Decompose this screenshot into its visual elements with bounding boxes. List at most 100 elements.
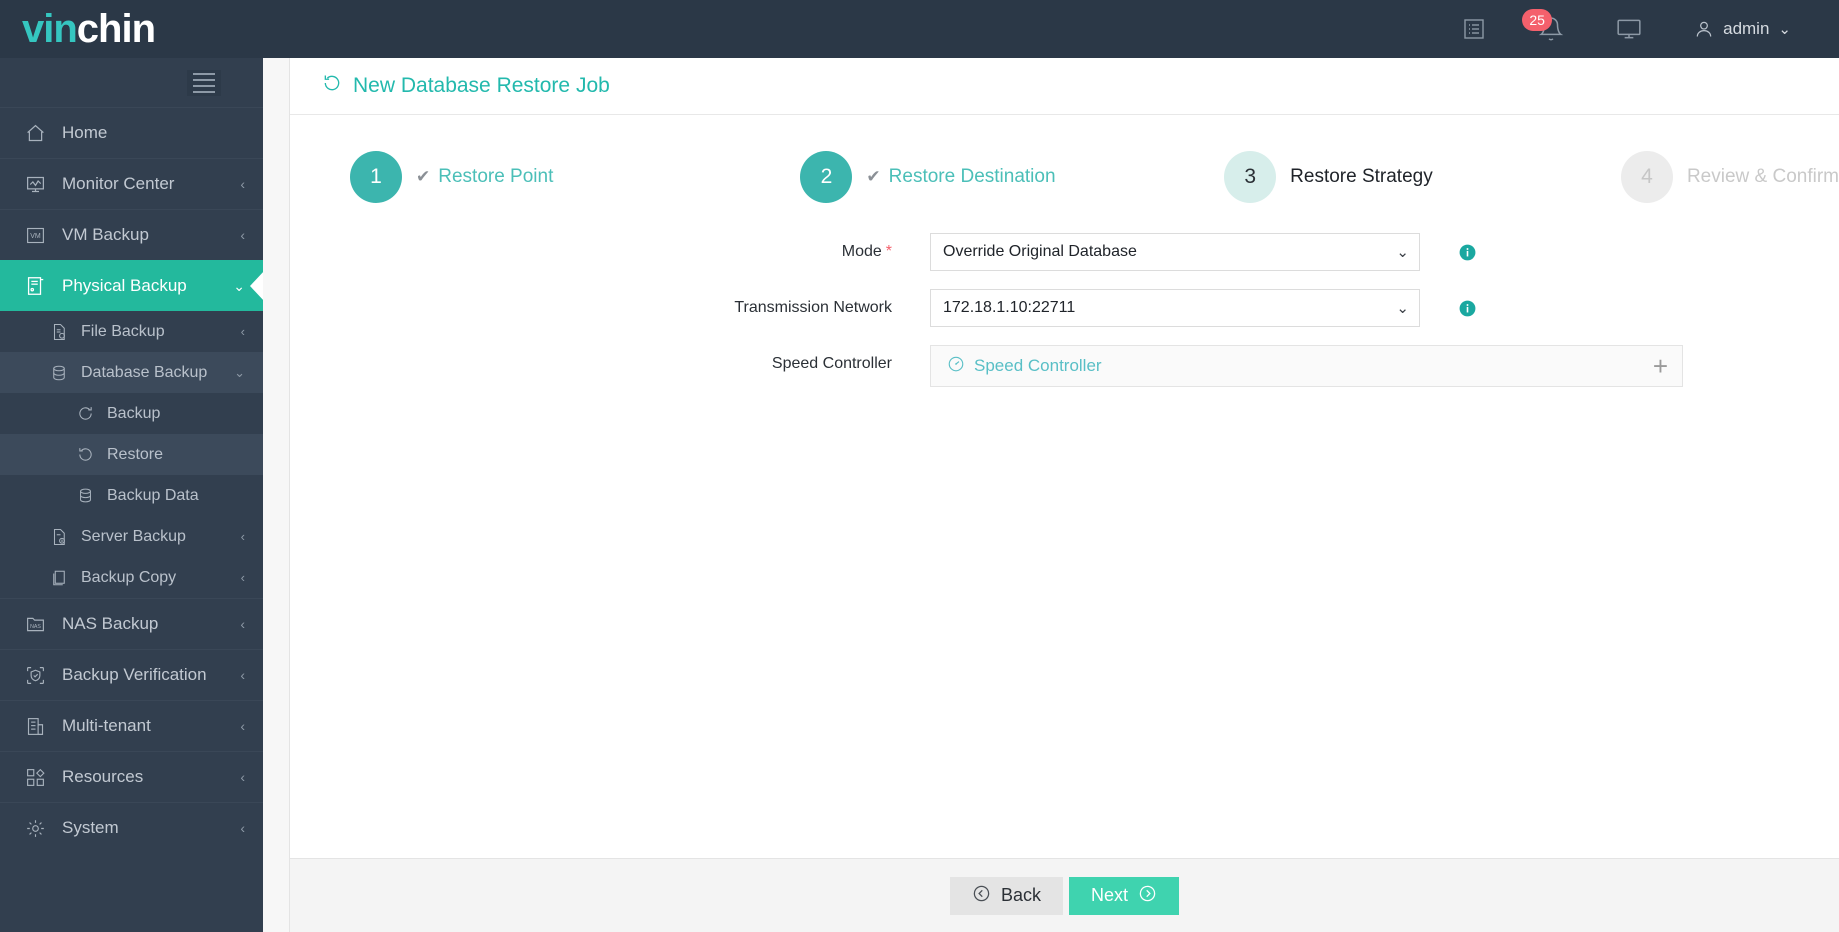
sidebar-item-label: Restore — [107, 445, 164, 463]
arrow-left-circle-icon — [972, 884, 991, 908]
wizard-steps: 1 ✔ Restore Point 2 ✔ Restore Destinatio… — [290, 115, 1839, 203]
copy-icon — [48, 568, 70, 587]
sidebar-item-server-backup[interactable]: Server Backup ‹ — [0, 516, 263, 557]
sidebar-item-label: VM Backup — [62, 225, 149, 244]
sidebar-item-vm-backup[interactable]: VM VM Backup ‹ — [0, 209, 263, 260]
brand-logo-part2: chin — [76, 7, 156, 51]
list-icon — [1462, 17, 1486, 41]
sidebar-item-file-backup[interactable]: File Backup ‹ — [0, 311, 263, 352]
server-icon — [22, 275, 48, 297]
back-button[interactable]: Back — [949, 876, 1063, 915]
hamburger-icon[interactable] — [187, 69, 221, 96]
shield-icon — [22, 664, 48, 686]
step-number: 3 — [1224, 151, 1277, 203]
sidebar-item-database-backup[interactable]: Database Backup ⌄ — [0, 352, 263, 393]
page-title: New Database Restore Job — [290, 58, 1839, 115]
sidebar-item-backup-data[interactable]: Backup Data — [0, 475, 263, 516]
sidebar-item-resources[interactable]: Resources ‹ — [0, 751, 263, 802]
sidebar-item-backup-verification[interactable]: Backup Verification ‹ — [0, 649, 263, 700]
sidebar-item-backup[interactable]: Backup — [0, 393, 263, 434]
notification-badge: 25 — [1522, 9, 1553, 31]
brand-logo[interactable]: vinchin — [22, 7, 156, 51]
sidebar-item-label: File Backup — [81, 322, 165, 340]
speed-controller-label-text: Speed Controller — [771, 355, 892, 372]
sidebar-item-physical-backup[interactable]: Physical Backup ⌄ — [0, 260, 263, 311]
monitor-chart-icon — [22, 173, 48, 195]
chevron-down-icon: ⌄ — [233, 278, 245, 294]
alerts-bell-button[interactable]: 25 — [1512, 0, 1590, 58]
back-button-label: Back — [1000, 885, 1041, 905]
refresh-cw-icon — [74, 404, 96, 423]
sidebar-item-restore[interactable]: Restore — [0, 434, 263, 475]
wizard-step-4: 4 Review & Confirm — [1620, 151, 1839, 203]
sidebar-gutter — [263, 58, 289, 932]
sidebar-item-label: NAS Backup — [62, 614, 159, 633]
database-icon — [74, 486, 96, 505]
wizard-card: New Database Restore Job 1 ✔ Restore Poi… — [289, 58, 1839, 858]
mode-label: Mode * — [290, 243, 930, 261]
restore-strategy-form: Mode * Override Original Database ⌄ Trans… — [290, 203, 1839, 387]
sidebar-item-label: System — [62, 818, 119, 837]
chevron-left-icon: ‹ — [240, 769, 245, 785]
top-bar: vinchin 25 admin ⌄ — [0, 0, 1839, 58]
speed-controller-label: Speed Controller — [290, 345, 930, 373]
home-icon — [22, 122, 48, 144]
wizard-step-2[interactable]: 2 ✔ Restore Destination — [800, 151, 1056, 203]
chevron-left-icon: ‹ — [240, 176, 245, 192]
transmission-network-info-icon[interactable] — [1458, 299, 1477, 318]
chevron-left-icon: ‹ — [240, 667, 245, 683]
sidebar-item-monitor-center[interactable]: Monitor Center ‹ — [0, 158, 263, 209]
chevron-down-icon: ⌄ — [1778, 20, 1791, 38]
svg-text:VM: VM — [30, 233, 41, 240]
nas-icon: NAS — [22, 613, 48, 635]
wizard-footer: Back Next — [289, 858, 1839, 932]
sidebar-item-home[interactable]: Home — [0, 107, 263, 158]
step-number: 1 — [350, 151, 402, 203]
chevron-left-icon: ‹ — [240, 820, 245, 836]
chevron-down-icon: ⌄ — [234, 365, 245, 380]
transmission-network-label-text: Transmission Network — [734, 299, 892, 316]
chevron-down-icon: ⌄ — [1396, 299, 1409, 317]
user-name-label: admin — [1723, 19, 1770, 38]
sidebar-item-nas-backup[interactable]: NAS NAS Backup ‹ — [0, 598, 263, 649]
vm-icon: VM — [22, 224, 48, 246]
console-monitor-button[interactable] — [1590, 0, 1668, 58]
transmission-network-select[interactable]: 172.18.1.10:22711 ⌄ — [930, 289, 1420, 327]
chevron-left-icon: ‹ — [240, 570, 245, 585]
mode-select-value: Override Original Database — [943, 243, 1137, 260]
next-button-label: Next — [1091, 885, 1129, 905]
chevron-down-icon: ⌄ — [1396, 243, 1409, 261]
mode-select[interactable]: Override Original Database ⌄ — [930, 233, 1420, 271]
gear-icon — [22, 817, 48, 839]
form-row-speed-controller: Speed Controller Speed Controller + — [290, 345, 1839, 387]
wizard-step-3[interactable]: 3 Restore Strategy — [1224, 151, 1433, 203]
main-content: New Database Restore Job 1 ✔ Restore Poi… — [289, 58, 1839, 932]
user-menu-button[interactable]: admin ⌄ — [1668, 0, 1817, 58]
speed-controller-title-wrap: Speed Controller — [947, 355, 1102, 378]
notifications-list-button[interactable] — [1436, 0, 1512, 58]
sidebar-toggle-row — [0, 58, 263, 107]
chevron-left-icon: ‹ — [240, 227, 245, 243]
sidebar-item-backup-copy[interactable]: Backup Copy ‹ — [0, 557, 263, 598]
mode-info-icon[interactable] — [1458, 243, 1477, 262]
sidebar-item-label: Database Backup — [81, 363, 208, 381]
next-button[interactable]: Next — [1069, 876, 1180, 915]
form-row-mode: Mode * Override Original Database ⌄ — [290, 233, 1839, 271]
chevron-left-icon: ‹ — [240, 324, 245, 339]
step-number: 2 — [800, 151, 853, 203]
chevron-left-icon: ‹ — [240, 616, 245, 632]
sidebar-item-system[interactable]: System ‹ — [0, 802, 263, 853]
sidebar-item-label: Multi-tenant — [62, 716, 151, 735]
user-icon — [1694, 19, 1714, 39]
sidebar-item-multi-tenant[interactable]: Multi-tenant ‹ — [0, 700, 263, 751]
header-actions: 25 admin ⌄ — [1436, 0, 1817, 58]
sidebar: Home Monitor Center ‹ VM VM Backup ‹ Phy… — [0, 58, 263, 932]
wizard-step-1[interactable]: 1 ✔ Restore Point — [350, 151, 553, 203]
database-icon — [48, 363, 70, 382]
add-speed-controller-button[interactable]: + — [1653, 353, 1668, 379]
step-label-wrap: ✔ Restore Destination — [866, 166, 1055, 188]
svg-text:NAS: NAS — [30, 624, 41, 630]
page-title-label: New Database Restore Job — [353, 74, 610, 97]
sidebar-item-label: Resources — [62, 767, 144, 786]
check-icon: ✔ — [866, 167, 881, 186]
